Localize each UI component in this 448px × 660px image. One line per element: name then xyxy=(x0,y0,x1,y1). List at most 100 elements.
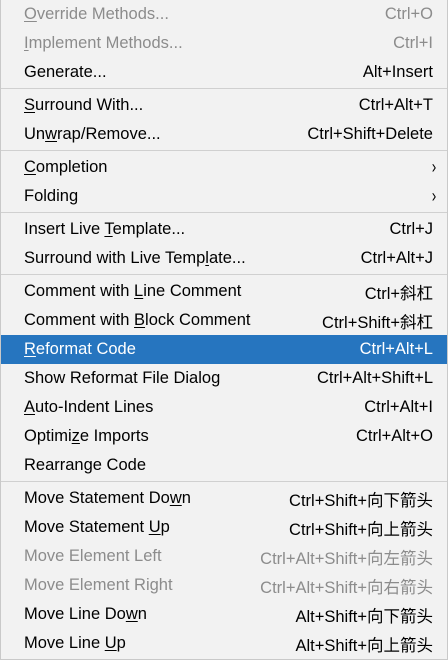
menu-item-label: Surround With... xyxy=(24,96,347,115)
menu-item-label: Rearrange Code xyxy=(24,456,421,475)
menu-item-label: Comment with Line Comment xyxy=(24,282,353,301)
mnemonic-letter: O xyxy=(24,5,37,23)
menu-item-shortcut: Ctrl+Alt+T xyxy=(358,96,433,114)
menu-separator xyxy=(1,212,447,213)
menu-item-label: Insert Live Template... xyxy=(24,220,377,239)
menu-item-unwrap-remove[interactable]: Unwrap/Remove... Ctrl+Shift+Delete xyxy=(1,120,447,149)
menu-separator xyxy=(1,481,447,482)
label-text: n xyxy=(137,605,147,623)
label-text: n xyxy=(181,489,191,507)
menu-item-shortcut: Ctrl+Alt+Shift+L xyxy=(316,369,433,387)
menu-separator xyxy=(1,88,447,89)
menu-item-reformat-code[interactable]: Reformat Code Ctrl+Alt+L xyxy=(1,335,447,364)
menu-item-shortcut: Ctrl+Alt+Shift+向左箭头 xyxy=(260,549,433,568)
label-text: emplate... xyxy=(112,220,186,238)
menu-item-label: Reformat Code xyxy=(24,340,348,359)
menu-item-move-line-down[interactable]: Move Line Down Alt+Shift+向下箭头 xyxy=(1,600,447,629)
mnemonic-letter: L xyxy=(134,282,144,300)
menu-item-label: Move Line Up xyxy=(24,634,283,653)
menu-item-shortcut: Ctrl+O xyxy=(384,5,433,23)
menu-item-label: Move Element Left xyxy=(24,547,248,566)
mnemonic-letter: R xyxy=(24,340,36,358)
mnemonic-letter: w xyxy=(45,125,58,143)
label-text: Move Statement xyxy=(24,518,149,536)
mnemonic-letter: T xyxy=(104,220,113,238)
chevron-right-icon: › xyxy=(431,157,437,177)
mnemonic-letter: U xyxy=(148,518,161,536)
menu-item-shortcut: Ctrl+Alt+L xyxy=(359,340,433,358)
menu-item-show-reformat-file-dialog[interactable]: Show Reformat File Dialog Ctrl+Alt+Shift+… xyxy=(1,364,447,393)
mnemonic-letter: U xyxy=(104,634,117,652)
menu-item-label: Show Reformat File Dialog xyxy=(24,369,305,388)
label-text: lock Comment xyxy=(145,311,251,329)
code-context-menu: Override Methods... Ctrl+O Implement Metho… xyxy=(0,0,448,660)
menu-item-label: Override Methods... xyxy=(24,5,373,24)
menu-item-insert-live-template[interactable]: Insert Live Template... Ctrl+J xyxy=(1,215,447,244)
label-text: p xyxy=(160,518,170,536)
menu-item-label: Generate... xyxy=(24,63,351,82)
menu-item-folding[interactable]: Folding › xyxy=(1,182,447,211)
menu-item-shortcut: Ctrl+Alt+O xyxy=(355,427,433,445)
label-text: Generate... xyxy=(24,63,107,81)
menu-separator xyxy=(1,274,447,275)
label-text: Show Reformat File Dialog xyxy=(24,369,221,387)
menu-item-shortcut: Ctrl+Alt+Shift+向右箭头 xyxy=(260,578,433,597)
menu-item-shortcut: Alt+Shift+向下箭头 xyxy=(295,607,433,626)
label-text: ate... xyxy=(208,249,246,267)
menu-item-label: Implement Methods... xyxy=(24,34,381,53)
label-text: Rearrange Code xyxy=(24,456,146,474)
menu-item-label: Move Statement Up xyxy=(24,518,277,537)
menu-item-shortcut: Ctrl+Shift+向上箭头 xyxy=(289,520,433,539)
label-text: eformat Code xyxy=(35,340,136,358)
menu-item-rearrange-code[interactable]: Rearrange Code xyxy=(1,451,447,480)
menu-item-shortcut: Alt+Shift+向上箭头 xyxy=(295,636,433,655)
label-text: rap/Remove... xyxy=(57,125,161,143)
label-text: p xyxy=(116,634,126,652)
menu-item-optimize-imports[interactable]: Optimize Imports Ctrl+Alt+O xyxy=(1,422,447,451)
menu-item-comment-line[interactable]: Comment with Line Comment Ctrl+斜杠 xyxy=(1,277,447,306)
menu-item-label: Auto-Indent Lines xyxy=(24,398,352,417)
menu-item-surround-with-live-template[interactable]: Surround with Live Template... Ctrl+Alt+J xyxy=(1,244,447,273)
menu-item-label: Surround with Live Template... xyxy=(24,249,349,268)
menu-item-shortcut: Ctrl+Alt+I xyxy=(364,398,433,416)
label-text: e Imports xyxy=(79,427,149,445)
menu-separator xyxy=(1,150,447,151)
label-text: ine Comment xyxy=(143,282,242,300)
menu-item-shortcut: Ctrl+J xyxy=(389,220,433,238)
menu-item-override-methods: Override Methods... Ctrl+O xyxy=(1,0,447,29)
label-text: urround With... xyxy=(35,96,144,114)
menu-item-surround-with[interactable]: Surround With... Ctrl+Alt+T xyxy=(1,91,447,120)
mnemonic-letter: z xyxy=(71,427,80,445)
label-text: uto-Indent Lines xyxy=(35,398,154,416)
menu-item-label: Folding xyxy=(24,187,431,206)
menu-item-move-statement-up[interactable]: Move Statement Up Ctrl+Shift+向上箭头 xyxy=(1,513,447,542)
menu-item-label: Optimize Imports xyxy=(24,427,344,446)
menu-item-auto-indent-lines[interactable]: Auto-Indent Lines Ctrl+Alt+I xyxy=(1,393,447,422)
menu-item-move-line-up[interactable]: Move Line Up Alt+Shift+向上箭头 xyxy=(1,629,447,658)
menu-item-label: Completion xyxy=(24,158,431,177)
mnemonic-letter: S xyxy=(24,96,36,114)
menu-item-shortcut: Ctrl+Alt+J xyxy=(360,249,433,267)
label-text: Move Line Do xyxy=(24,605,126,623)
mnemonic-letter: w xyxy=(169,489,182,507)
mnemonic-letter: C xyxy=(24,158,36,176)
label-text: Insert Live xyxy=(24,220,105,238)
menu-item-shortcut: Ctrl+斜杠 xyxy=(364,284,433,303)
label-text: Comment with xyxy=(24,311,135,329)
menu-item-move-statement-down[interactable]: Move Statement Down Ctrl+Shift+向下箭头 xyxy=(1,484,447,513)
menu-item-label: Move Statement Down xyxy=(24,489,277,508)
menu-item-completion[interactable]: Completion › xyxy=(1,153,447,182)
label-text: Comment with xyxy=(24,282,135,300)
label-text: mplement Methods... xyxy=(28,34,183,52)
menu-item-move-element-left: Move Element Left Ctrl+Alt+Shift+向左箭头 xyxy=(1,542,447,571)
menu-item-shortcut: Ctrl+Shift+斜杠 xyxy=(322,313,433,332)
label-text: Un xyxy=(24,125,46,143)
label-text: ompletion xyxy=(35,158,108,176)
label-text: Surround with Live Temp xyxy=(24,249,206,267)
menu-item-label: Move Line Down xyxy=(24,605,283,624)
label-text: Move Line xyxy=(24,634,105,652)
menu-item-comment-block[interactable]: Comment with Block Comment Ctrl+Shift+斜杠 xyxy=(1,306,447,335)
chevron-right-icon: › xyxy=(431,186,437,206)
menu-item-label: Unwrap/Remove... xyxy=(24,125,295,144)
menu-item-generate[interactable]: Generate... Alt+Insert xyxy=(1,58,447,87)
